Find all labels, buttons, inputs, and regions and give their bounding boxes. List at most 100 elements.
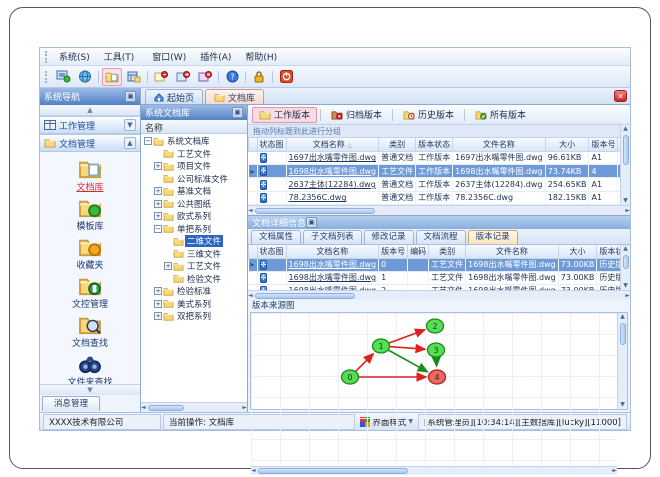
tree-node-系统文档库[interactable]: − 系统文档库 [141,135,247,148]
menu-item[interactable]: 工具(T) [97,51,142,65]
close-tab-button[interactable]: ✕ [614,90,627,102]
menu-item[interactable]: 插件(A) [193,51,238,65]
graph-vscrollbar[interactable]: ▲ ▼ [617,313,627,409]
globe-button[interactable] [75,68,95,86]
detail-tab-修改记录[interactable]: 修改记录 [363,230,414,244]
tab-文档库[interactable]: 文档库 [205,89,265,104]
table-row[interactable]: ✛ 78.2356C.dwg 普通文档 工作版本 78.2356C.dwg 182.15K… [248,191,620,205]
column-header-类别[interactable]: 类别 [428,245,467,259]
version-table-vscrollbar[interactable]: ▲ ▼ [620,245,630,290]
undo-checkout-button[interactable] [195,68,215,86]
column-header-状态图[interactable]: 状态图 [256,138,287,152]
column-header-版本状态[interactable]: 版本状态 [596,245,620,259]
tree-node-公司标准文件[interactable]: 公司标准文件 [141,173,247,186]
table-row[interactable]: ▸ ✛ 1698出水嘴零件图.dwg 工艺文件 工作版本 1698出水嘴零件图.dwg 73… [248,164,620,179]
exit-button[interactable] [276,68,296,86]
column-header-版本号[interactable]: 版本号 [588,138,619,152]
tree-node-三维文件[interactable]: 三维文件 [141,248,247,261]
tree-node-二维文件[interactable]: 二维文件 [141,235,247,248]
sidebar-item-文控管理[interactable]: 文控管理 [44,275,136,311]
table-row[interactable]: ▸ ✛ 1698出水嘴零件图.dwg 0 工艺文件 1698出水嘴零件图.dwg 73.00… [248,258,620,272]
tree-node-工艺文件[interactable]: 工艺文件 [141,148,247,161]
column-header-大小[interactable]: 大小 [557,245,598,259]
tree-node-美式系列[interactable]: + 美式系列 [141,298,247,311]
version-table-hscrollbar[interactable]: ◄ ► [248,290,630,300]
checkin-button[interactable] [151,68,171,86]
menu-item[interactable]: 窗口(W) [145,51,193,65]
template-library-button[interactable] [124,68,144,86]
desktop-sync-button[interactable] [53,68,73,86]
table-row[interactable]: ✛ 1698出水嘴零件图.dwg 1 工艺文件 1698出水嘴零件图.dwg 73.00K… [248,271,620,285]
sidebar-item-文档查找[interactable]: 文档查找 [44,314,136,350]
column-header-版本状态[interactable]: 版本状态 [415,138,454,152]
tree-expander[interactable]: + [154,312,162,321]
sidebar-item-文件夹查找[interactable]: 文件夹查找 [44,353,136,384]
document-library-button[interactable] [102,67,122,86]
tree-node-双把系列[interactable]: + 双把系列 [141,310,247,323]
tree-expander[interactable]: + [154,212,162,221]
version-button-所有版本[interactable]: 所有版本 [468,107,533,123]
chevron-down-icon[interactable]: ▼ [124,119,136,131]
lock-button[interactable] [249,68,269,86]
tree-node-项目文件[interactable]: + 项目文件 [141,160,247,173]
tree-node-检验标准[interactable]: + 检验标准 [141,285,247,298]
message-manage-tab[interactable]: 消息管理 [42,396,100,411]
version-button-归档版本[interactable]: 归档版本 [324,107,389,123]
detail-tab-子文档列表[interactable]: 子文档列表 [303,230,362,244]
tree-horizontal-scrollbar[interactable]: ◄ ► [141,402,247,412]
pin-icon[interactable]: ▣ [306,217,318,228]
tree-expander[interactable]: + [164,262,172,271]
tree-expander[interactable]: − [144,137,152,146]
menu-item[interactable]: 帮助(H) [238,51,284,65]
pin-icon[interactable]: ▣ [232,107,243,118]
version-node-3[interactable]: 3 [426,342,446,358]
column-header-类别[interactable]: 类别 [378,138,417,152]
sidebar-item-模板库[interactable]: 模板库 [44,197,136,233]
version-button-工作版本[interactable]: 工作版本 [252,106,318,123]
document-table-vscrollbar[interactable]: ▲ ▼ [620,125,630,205]
column-header-编码[interactable]: 编码 [407,245,430,259]
column-header-文档名称[interactable]: 文档名称 [285,245,380,259]
tree-expander[interactable]: + [154,187,162,196]
pin-icon[interactable]: ▣ [125,91,136,102]
tree-node-检验文件[interactable]: 检验文件 [141,273,247,286]
column-header-文件名称[interactable]: 文件名称 [452,138,546,152]
tree-node-公共图纸[interactable]: + 公共图纸 [141,198,247,211]
tree-expander[interactable]: + [154,199,162,208]
version-node-4[interactable]: 4 [427,369,447,385]
detail-tab-文档属性[interactable]: 文档属性 [251,230,302,244]
tree-node-工艺文件[interactable]: + 工艺文件 [141,260,247,273]
tree-node-欧式系列[interactable]: + 欧式系列 [141,210,247,223]
column-header-文档名称[interactable]: 文档名称 △ [285,138,380,152]
sidebar-group-工作管理[interactable]: 工作管理 ▼ [40,116,140,134]
column-header-状态图[interactable]: 状态图 [256,245,287,259]
tree-node-单把系列[interactable]: − 单把系列 [141,223,247,236]
detail-tab-版本记录[interactable]: 版本记录 [467,230,518,244]
version-graph-canvas[interactable]: 0 1 2 3 4 [251,313,617,466]
column-header-大小[interactable]: 大小 [544,138,590,152]
sidebar-collapse-top[interactable]: ▲ [40,105,140,116]
tree-node-基准文档[interactable]: + 基准文档 [141,185,247,198]
graph-hscrollbar[interactable]: ◄ ► [251,466,617,475]
tree-column-header[interactable]: 名称 [141,120,247,134]
chevron-up-icon[interactable]: ▲ [124,137,136,149]
tree-expander[interactable]: − [154,224,162,233]
document-table-hscrollbar[interactable]: ◄ ► [248,205,630,215]
tree-expander[interactable]: + [154,299,162,308]
sidebar-collapse-bottom[interactable]: ▼ [40,384,140,395]
version-node-0[interactable]: 0 [340,369,360,385]
help-button[interactable]: ? [222,68,242,86]
table-row[interactable]: ✛ 2637主体(12284).dwg 普通文档 工作版本 2637主体(12284).… [248,177,620,192]
tab-起始页[interactable]: 起始页 [145,89,204,104]
tree-expander[interactable]: + [154,162,162,171]
checkout-button[interactable] [173,68,193,86]
tree-expander[interactable]: + [154,287,162,296]
sidebar-item-文档库[interactable]: 文档库 [44,158,136,194]
column-header-版本号[interactable]: 版本号 [378,245,409,259]
table-row[interactable]: ✛ 1697出水嘴零件图.dwg 普通文档 工作版本 1697出水嘴零件图.dwg 96.… [248,151,620,166]
menu-item[interactable]: 系统(S) [52,51,97,65]
version-node-2[interactable]: 2 [425,318,445,334]
version-button-历史版本[interactable]: 历史版本 [396,107,461,123]
sidebar-group-文档管理[interactable]: 文档管理 ▲ [40,134,140,152]
detail-tab-文档流程[interactable]: 文档流程 [415,230,466,244]
